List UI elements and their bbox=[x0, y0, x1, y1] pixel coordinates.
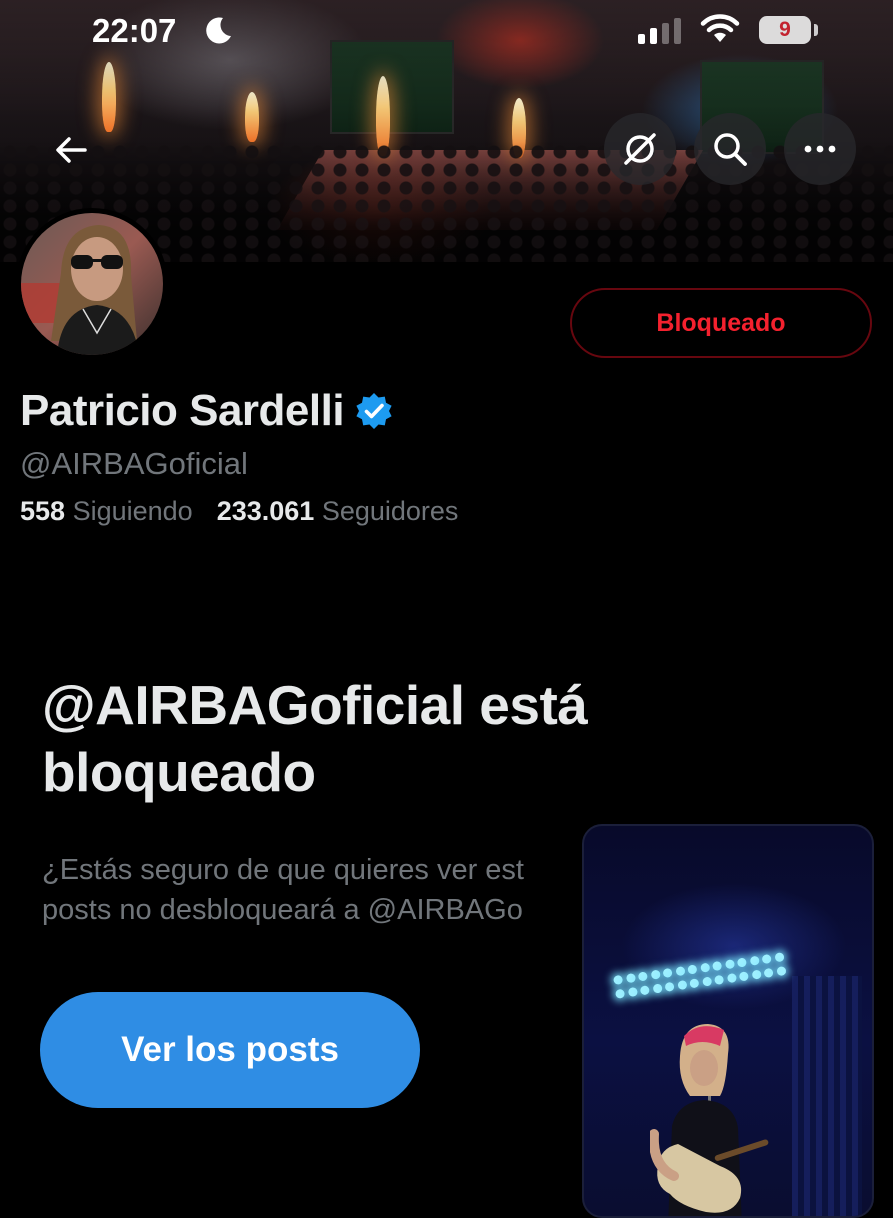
followers-count: 233.061 bbox=[216, 496, 315, 526]
battery-level: 9 bbox=[779, 18, 791, 41]
following-label: Siguiendo bbox=[72, 496, 193, 526]
pip-stage-light bbox=[627, 986, 638, 998]
pip-stage-light bbox=[724, 959, 735, 970]
avatar-photo bbox=[21, 213, 163, 355]
profile-name-row: Patricio Sardelli bbox=[20, 386, 394, 436]
wifi-icon bbox=[700, 14, 740, 42]
search-icon bbox=[714, 133, 747, 166]
followers-label: Seguidores bbox=[321, 496, 459, 526]
pip-stage-light bbox=[639, 985, 650, 996]
status-time: 22:07 bbox=[92, 12, 177, 49]
pip-stage-tower bbox=[792, 976, 862, 1216]
blocked-title: @AIRBAGoficial está bloqueado bbox=[42, 674, 588, 804]
view-posts-button[interactable]: Ver los posts bbox=[40, 992, 420, 1108]
pip-stage-light bbox=[763, 967, 774, 978]
pip-stage-light bbox=[773, 952, 785, 963]
pip-stage-light bbox=[712, 960, 723, 972]
back-arrow-icon bbox=[56, 137, 87, 163]
pip-performer bbox=[650, 1024, 769, 1216]
back-button[interactable] bbox=[44, 123, 98, 177]
pip-stage-light bbox=[714, 974, 725, 985]
pip-stage-light bbox=[662, 967, 673, 979]
followers-link[interactable]: 233.061 Seguidores bbox=[217, 496, 459, 526]
pip-stage-light bbox=[699, 962, 710, 973]
profile-handle: @AIRBAGoficial bbox=[20, 446, 248, 481]
pip-stage-light bbox=[614, 988, 626, 999]
pip-light-truss bbox=[608, 946, 792, 1009]
pip-stage-light bbox=[676, 980, 688, 991]
moon-icon bbox=[206, 17, 231, 44]
pip-stage-light bbox=[613, 974, 624, 986]
search-button[interactable] bbox=[694, 113, 766, 185]
pip-stage-light bbox=[736, 957, 747, 968]
pip-stage-light bbox=[650, 969, 661, 980]
pip-stage-light bbox=[726, 973, 737, 984]
pip-stage-light bbox=[775, 966, 787, 977]
blocked-button[interactable]: Bloqueado bbox=[570, 288, 872, 358]
pip-stage-light bbox=[738, 971, 749, 982]
profile-avatar[interactable] bbox=[16, 208, 168, 360]
pip-stage-light bbox=[664, 981, 675, 992]
pip-stage-light bbox=[625, 973, 636, 984]
pip-stage-light bbox=[687, 964, 698, 975]
pip-stage-light bbox=[749, 955, 760, 966]
pip-stage-light bbox=[689, 978, 700, 989]
following-count: 558 bbox=[20, 496, 66, 526]
cellular-signal-icon bbox=[638, 18, 681, 44]
pip-stage-light bbox=[701, 976, 712, 987]
pip-stage-light bbox=[674, 966, 686, 977]
status-bar: 22:07 9 bbox=[0, 0, 893, 64]
more-button[interactable] bbox=[784, 113, 856, 185]
verified-badge-icon[interactable] bbox=[354, 391, 394, 431]
battery-icon: 9 bbox=[759, 16, 811, 44]
pip-stage-light bbox=[751, 969, 762, 980]
profile-name: Patricio Sardelli bbox=[20, 386, 345, 435]
pip-video-player[interactable] bbox=[582, 824, 874, 1218]
profile-stats: 558 Siguiendo 233.061 Seguidores bbox=[20, 496, 458, 527]
grok-button[interactable] bbox=[604, 113, 676, 185]
pip-stage-light bbox=[652, 983, 663, 994]
pip-stage-light bbox=[761, 953, 772, 965]
grok-icon bbox=[624, 133, 656, 165]
more-icon bbox=[804, 145, 836, 153]
following-link[interactable]: 558 Siguiendo bbox=[20, 496, 193, 526]
pip-stage-light bbox=[637, 971, 648, 982]
